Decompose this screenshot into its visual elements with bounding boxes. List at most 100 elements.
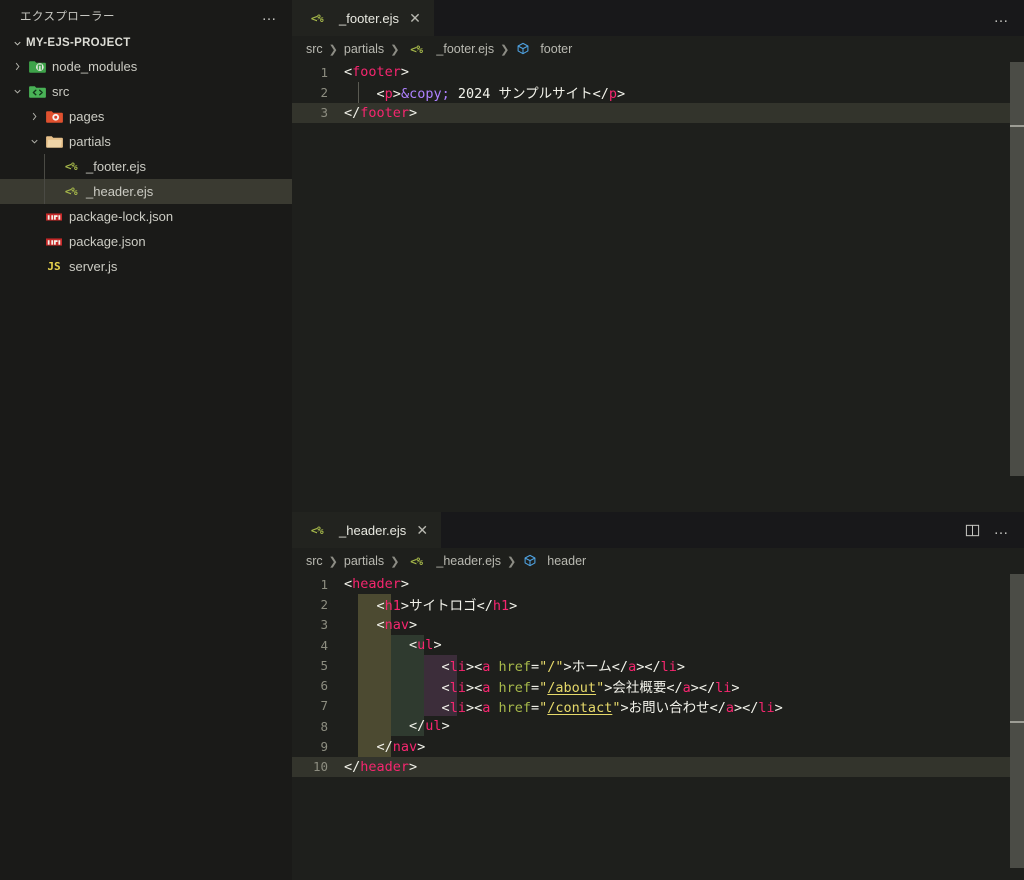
code-line[interactable]: 3 </footer> [292, 102, 1024, 123]
tree-item-partials[interactable]: partials [0, 129, 292, 154]
code-token: </ [611, 659, 629, 676]
ejs-file-icon: <% [64, 160, 78, 173]
code-token: " [596, 679, 605, 696]
explorer-more-actions-icon[interactable]: … [262, 8, 279, 23]
editor-vertical-scrollbar-bottom[interactable] [1010, 574, 1024, 880]
tabbar-empty-space [434, 0, 980, 36]
breadcrumb-bottom[interactable]: src ❯ partials ❯ <% _header.ejs ❯ header [292, 548, 1024, 574]
code-line[interactable]: 4 <ul> [292, 635, 1024, 655]
code-line-text: <li><a href="/contact">お問い合わせ</a></li> [344, 696, 783, 716]
code-line-text: <p>&copy; 2024 サンプルサイト</p> [344, 82, 626, 103]
code-token: > [400, 64, 410, 81]
breadcrumb-separator-icon: ❯ [328, 555, 338, 568]
code-token: footer [352, 64, 401, 81]
breadcrumb-item--header-ejs[interactable]: <% _header.ejs [405, 553, 501, 569]
close-icon[interactable]: ✕ [413, 523, 431, 537]
code-token: > [392, 86, 401, 103]
npm-file-icon [43, 209, 65, 225]
code-token: h1 [384, 598, 401, 615]
code-line-text: <li><a href="/">ホーム</a></li> [344, 655, 685, 675]
code-token: < [441, 659, 450, 676]
tab-_header-ejs[interactable]: <% _header.ejs ✕ [292, 512, 442, 548]
code-token: /about [547, 679, 597, 696]
code-token: = [531, 699, 540, 716]
code-token: >< [465, 659, 483, 676]
code-area-footer[interactable]: 1 <footer> 2 <p>&copy; 2024 サンプルサイト</p> 3 </… [292, 62, 1024, 512]
code-token: > [400, 576, 410, 593]
tree-item-node-modules[interactable]: node_modules [0, 54, 292, 79]
code-line[interactable]: 2 <p>&copy; 2024 サンプルサイト</p> [292, 82, 1024, 103]
code-token: > [409, 104, 418, 121]
code-area-header[interactable]: 1 <header> 2 <h1>サイトロゴ</h1> 3 <nav> 4 <ul> 5 … [292, 574, 1024, 880]
editor-vertical-scrollbar-top[interactable] [1010, 62, 1024, 512]
code-line[interactable]: 9 </nav> [292, 736, 1024, 756]
editor-more-actions-icon[interactable]: … [994, 522, 1011, 537]
line-number: 4 [320, 637, 328, 653]
tree-item--header-ejs[interactable]: <% _header.ejs [0, 179, 292, 204]
code-line[interactable]: 7 <li><a href="/contact">お問い合わせ</a></li> [292, 696, 1024, 716]
code-token: < [344, 576, 353, 593]
tab-_footer-ejs[interactable]: <% _footer.ejs ✕ [292, 0, 434, 36]
code-token: </ [709, 699, 726, 716]
tree-item-package-json[interactable]: package.json [0, 229, 292, 254]
breadcrumb-item-footer[interactable]: footer [515, 41, 572, 57]
ejs-file-icon: <% [64, 185, 78, 198]
tabbar-top: <% _footer.ejs ✕ … [292, 0, 1024, 36]
code-token: < [376, 86, 385, 103]
breadcrumb-item-src[interactable]: src [306, 42, 323, 56]
js-file-icon: JS [47, 260, 61, 273]
breadcrumb-item-label: src [306, 42, 323, 56]
chevron-right-icon[interactable] [25, 111, 43, 122]
breadcrumb-item--footer-ejs[interactable]: <% _footer.ejs [405, 41, 494, 57]
editor-more-actions-icon[interactable]: … [994, 10, 1011, 25]
tree-item-src[interactable]: src [0, 79, 292, 104]
line-number: 8 [320, 718, 328, 734]
line-number: 6 [320, 678, 328, 694]
code-line[interactable]: 3 <nav> [292, 615, 1024, 635]
editor-group-column: <% _footer.ejs ✕ … src ❯ partials ❯ <% _foote… [292, 0, 1024, 880]
code-line[interactable]: 8 </ul> [292, 716, 1024, 736]
code-token: </ [476, 598, 493, 615]
tree-item-server-js[interactable]: JS server.js [0, 254, 292, 279]
close-icon[interactable]: ✕ [406, 11, 424, 25]
code-token: ホーム [571, 659, 612, 676]
line-number: 3 [320, 617, 328, 633]
tabbar-actions-bottom: … [951, 512, 1024, 548]
code-line[interactable]: 2 <h1>サイトロゴ</h1> [292, 594, 1024, 615]
line-number: 1 [320, 64, 328, 80]
code-token: </ [344, 104, 361, 121]
breadcrumb-item-header[interactable]: header [522, 553, 586, 569]
tree-item-package-lock-json[interactable]: package-lock.json [0, 204, 292, 229]
code-token: < [441, 679, 450, 696]
breadcrumb-item-partials[interactable]: partials [344, 554, 384, 568]
chevron-down-icon[interactable] [25, 136, 43, 147]
chevron-right-icon[interactable] [8, 61, 26, 72]
split-editor-icon[interactable] [965, 523, 980, 538]
vscode-window: エクスプローラー … MY-EJS-PROJECT node_modules sr… [0, 0, 1024, 880]
code-token: h1 [492, 598, 510, 615]
line-number: 10 [312, 759, 328, 775]
tree-item--footer-ejs[interactable]: <% _footer.ejs [0, 154, 292, 179]
tree-item-pages[interactable]: pages [0, 104, 292, 129]
code-line[interactable]: 10 </header> [292, 756, 1024, 777]
code-line[interactable]: 1 <footer> [292, 62, 1024, 82]
code-token: 会社概要 [612, 679, 667, 696]
explorer-tree[interactable]: MY-EJS-PROJECT node_modules src pages parti… [0, 32, 292, 880]
tree-root-my-ejs-project[interactable]: MY-EJS-PROJECT [0, 32, 292, 54]
code-line[interactable]: 1 <header> [292, 574, 1024, 594]
code-token: href [498, 679, 532, 696]
code-line[interactable]: 5 <li><a href="/">ホーム</a></li> [292, 655, 1024, 676]
code-token: > [400, 598, 410, 615]
chevron-down-icon[interactable] [8, 86, 26, 97]
tree-indent-guide [44, 179, 45, 204]
chevron-down-icon [8, 38, 26, 49]
breadcrumb-top[interactable]: src ❯ partials ❯ <% _footer.ejs ❯ footer [292, 36, 1024, 62]
breadcrumb-item-src[interactable]: src [306, 554, 323, 568]
breadcrumb-item-partials[interactable]: partials [344, 42, 384, 56]
code-token: ></ [734, 699, 759, 716]
code-token: a [628, 659, 637, 676]
breadcrumb-item-label: src [306, 554, 323, 568]
code-line[interactable]: 6 <li><a href="/about">会社概要</a></li> [292, 675, 1024, 696]
